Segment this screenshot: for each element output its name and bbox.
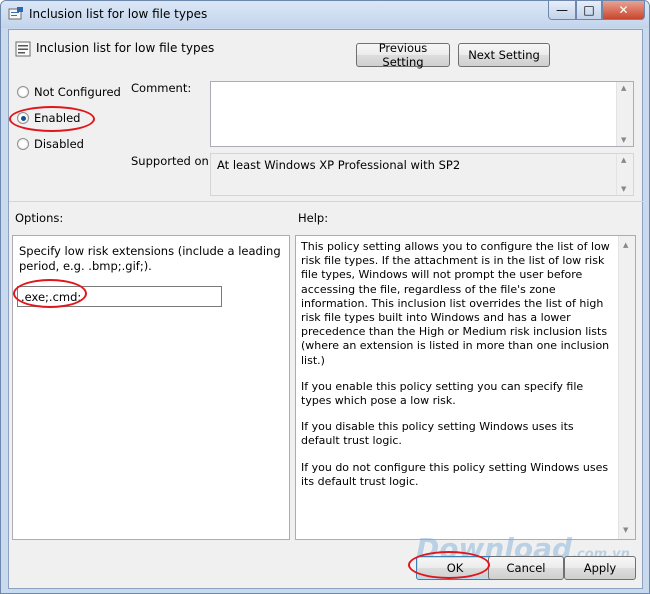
supported-on-value: At least Windows XP Professional with SP… — [217, 158, 461, 172]
scroll-down-icon[interactable]: ▼ — [621, 185, 626, 193]
supported-on-label: Supported on: — [131, 154, 213, 168]
dialog-client-area: Inclusion list for low file types Previo… — [8, 29, 644, 589]
radio-disabled-control[interactable] — [17, 138, 29, 150]
scroll-up-icon[interactable]: ▲ — [621, 84, 626, 92]
radio-not-configured[interactable]: Not Configured — [17, 85, 121, 99]
close-button[interactable]: ✕ — [602, 1, 645, 20]
help-paragraph: If you do not configure this policy sett… — [301, 460, 609, 488]
help-label: Help: — [298, 211, 329, 225]
policy-setting-icon — [15, 41, 31, 57]
supported-scrollbar[interactable]: ▲ ▼ — [616, 154, 633, 195]
window-title: Inclusion list for low file types — [29, 7, 208, 21]
scroll-down-icon[interactable]: ▼ — [621, 136, 626, 144]
help-paragraph: This policy setting allows you to config… — [301, 240, 610, 367]
apply-button[interactable]: Apply — [564, 556, 636, 580]
extensions-input[interactable] — [17, 286, 222, 307]
minimize-icon: — — [556, 3, 568, 17]
close-icon: ✕ — [618, 3, 629, 17]
next-setting-button[interactable]: Next Setting — [458, 43, 550, 67]
radio-enabled[interactable]: Enabled — [17, 111, 80, 125]
ok-button[interactable]: OK — [416, 556, 494, 580]
section-divider — [9, 201, 644, 202]
radio-disabled-label: Disabled — [34, 137, 84, 151]
supported-on-box: At least Windows XP Professional with SP… — [210, 153, 634, 196]
help-paragraph: If you disable this policy setting Windo… — [301, 420, 574, 448]
options-panel: Specify low risk extensions (include a l… — [12, 235, 290, 540]
policy-app-icon — [8, 7, 23, 20]
comment-label: Comment: — [131, 81, 192, 95]
radio-enabled-label: Enabled — [34, 111, 81, 125]
previous-setting-button[interactable]: Previous Setting — [356, 41, 450, 69]
comment-scrollbar[interactable]: ▲ ▼ — [616, 82, 633, 146]
scroll-up-icon[interactable]: ▲ — [623, 238, 628, 252]
help-panel: This policy setting allows you to config… — [295, 235, 636, 540]
help-paragraph: If you enable this policy setting you ca… — [301, 379, 584, 408]
minimize-button[interactable]: — — [548, 1, 576, 20]
options-label: Options: — [15, 211, 64, 225]
title-bar[interactable]: Inclusion list for low file types — □ ✕ — [1, 1, 649, 28]
scroll-up-icon[interactable]: ▲ — [621, 156, 626, 164]
help-scrollbar[interactable]: ▲ ▼ — [618, 236, 635, 539]
radio-enabled-control[interactable] — [17, 112, 29, 124]
extensions-prompt: Specify low risk extensions (include a l… — [19, 244, 281, 273]
policy-title: Inclusion list for low file types — [36, 41, 215, 55]
maximize-button[interactable]: □ — [576, 1, 602, 20]
radio-not-configured-label: Not Configured — [34, 85, 121, 99]
radio-disabled[interactable]: Disabled — [17, 137, 84, 151]
comment-textarea[interactable]: ▲ ▼ — [210, 81, 634, 147]
maximize-icon: □ — [583, 3, 595, 17]
cancel-button[interactable]: Cancel — [488, 556, 564, 580]
radio-not-configured-control[interactable] — [17, 86, 29, 98]
dialog-window: Inclusion list for low file types — □ ✕ … — [0, 0, 650, 594]
